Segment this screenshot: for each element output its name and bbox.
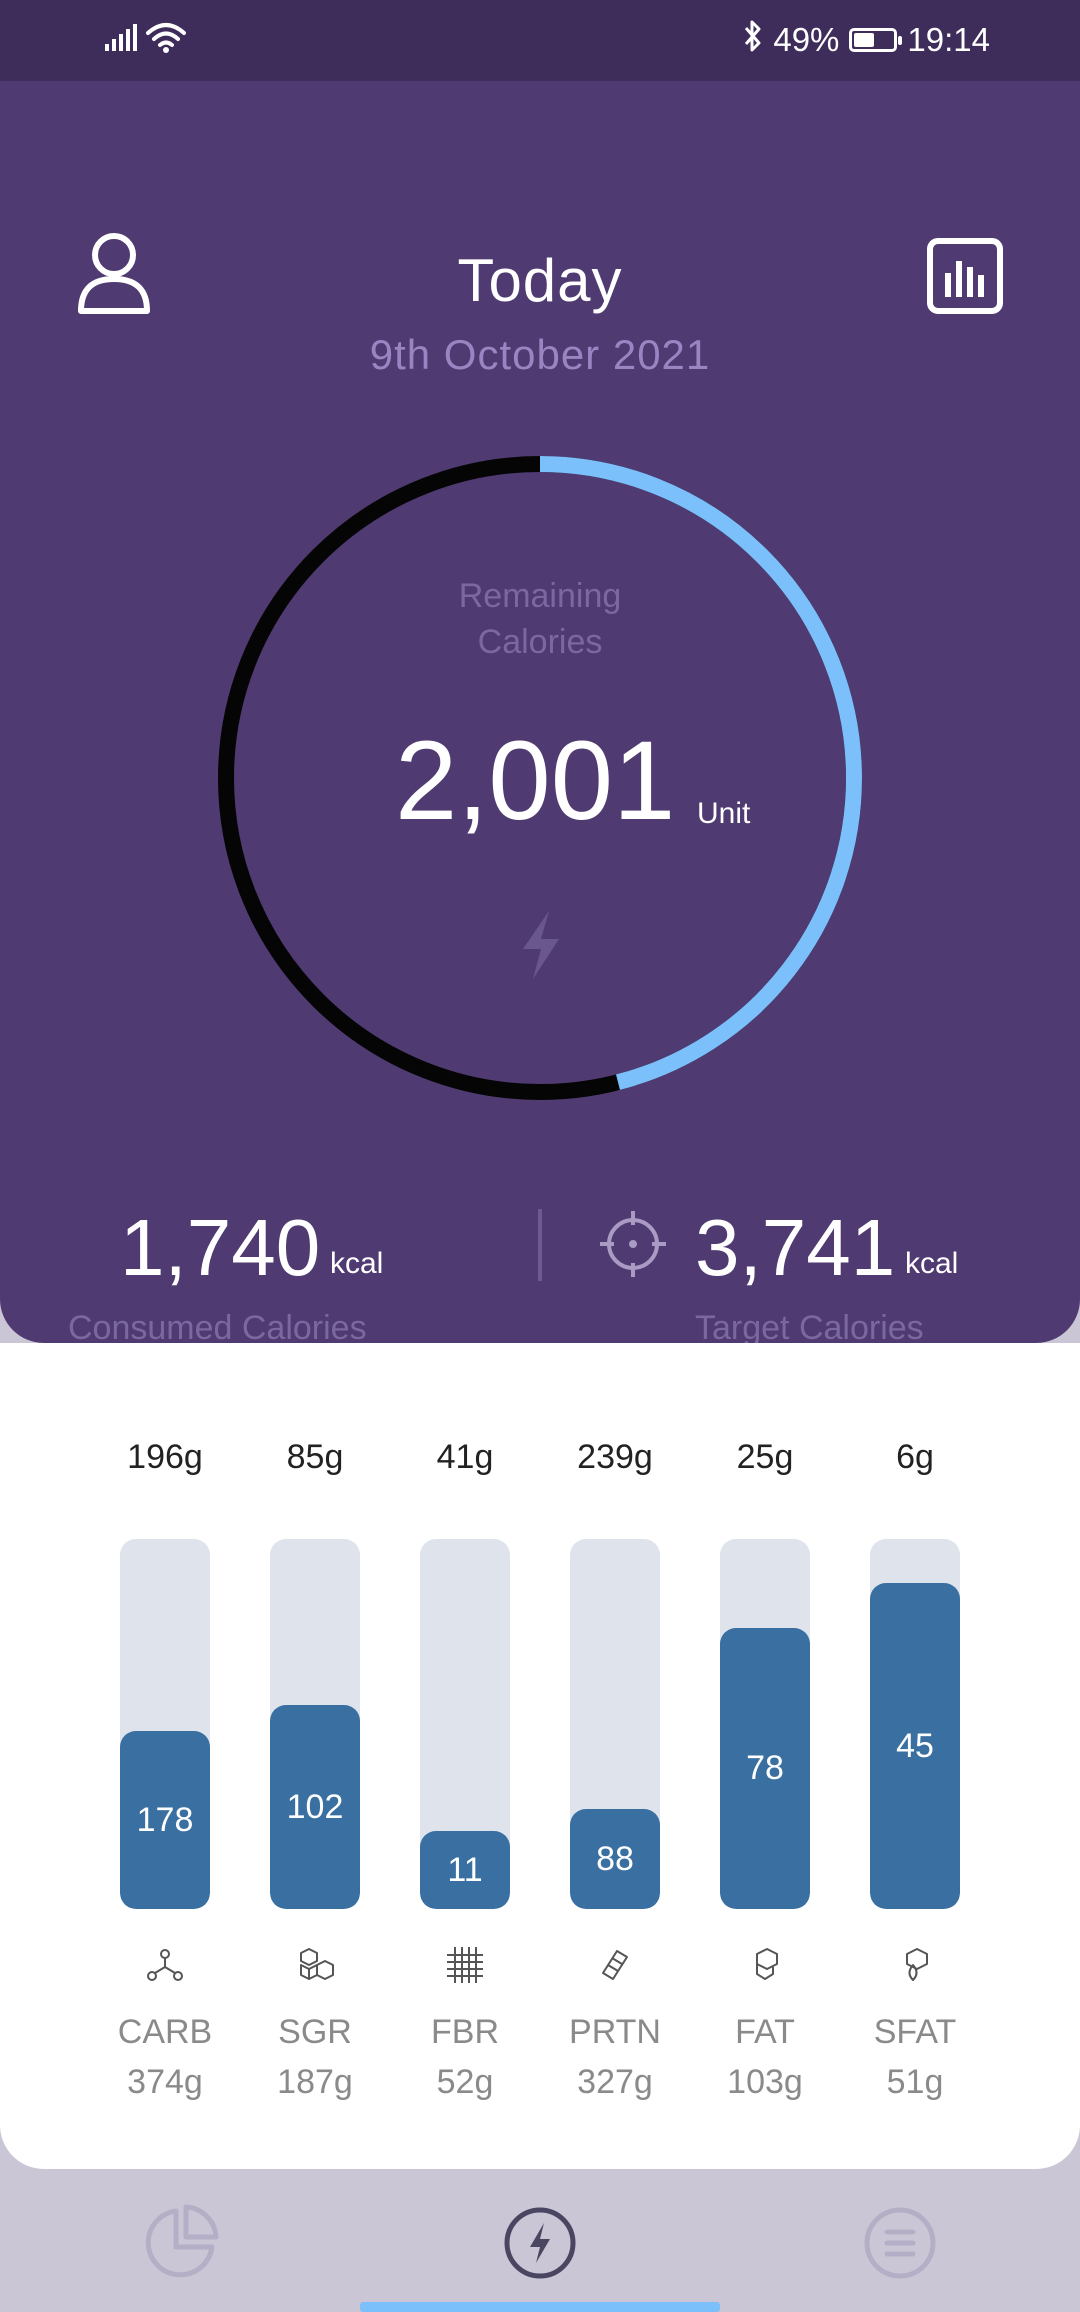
nutrient-panel: 196g 178 CARB 374g 85g 102 SGR 187g 41g … xyxy=(0,1343,1080,2169)
nutrient-total: 327g xyxy=(577,2063,653,2101)
battery-percentage: 49% xyxy=(773,21,840,58)
nutrient-total: 51g xyxy=(886,2063,944,2101)
nutrient-bar-value: 178 xyxy=(136,1800,194,1839)
nutrient-name: SGR xyxy=(278,2013,352,2051)
bottom-navigation xyxy=(0,2169,1080,2312)
target-icon xyxy=(598,1209,668,1279)
nutrient-bar-track: 102 xyxy=(270,1539,360,1909)
nutrient-remaining: 6g xyxy=(896,1438,934,1476)
nutrient-remaining: 239g xyxy=(577,1438,653,1476)
nutrient-bar-value: 11 xyxy=(447,1850,483,1889)
menu-icon xyxy=(860,2207,940,2287)
nav-menu[interactable] xyxy=(860,2203,940,2283)
nutrient-bar-track: 45 xyxy=(870,1539,960,1909)
remaining-label-line1: Remaining xyxy=(458,577,622,615)
calorie-summary-card: Today 9th October 2021 Remaining Calorie… xyxy=(0,81,1080,1347)
nutrient-bar-fill: 11 xyxy=(420,1831,510,1909)
target-calories-unit: kcal xyxy=(905,1247,959,1280)
nutrient-bar-fill: 88 xyxy=(570,1809,660,1909)
remaining-calories-value: 2,001 xyxy=(395,718,676,843)
nutrient-bar-value: 78 xyxy=(746,1749,784,1787)
stats-icon xyxy=(926,238,1004,319)
nutrient-name: FBR xyxy=(431,2013,499,2051)
sugar-cubes-icon xyxy=(295,1945,335,1985)
active-tab-indicator xyxy=(360,2302,720,2312)
nutrient-bar-fill: 78 xyxy=(720,1628,810,1909)
nutrient-total: 52g xyxy=(436,2063,494,2101)
nutrient-bar-value: 102 xyxy=(286,1787,344,1826)
wifi-icon xyxy=(146,22,186,59)
status-bar: 49% 19:14 xyxy=(0,0,1080,81)
summary-divider xyxy=(538,1209,542,1281)
bolt-icon xyxy=(515,909,567,981)
nutrient-total: 103g xyxy=(727,2063,803,2101)
nutrient-total: 374g xyxy=(127,2063,203,2101)
nutrient-name: FAT xyxy=(735,2013,795,2051)
page-title: Today xyxy=(457,247,623,314)
remaining-calories-unit: Unit xyxy=(697,797,751,830)
clock: 19:14 xyxy=(907,21,990,58)
bolt-icon xyxy=(500,2207,580,2287)
status-right: 49% 19:14 xyxy=(743,18,990,62)
nutrient-bar-fill: 45 xyxy=(870,1583,960,1909)
fat-hexagon-icon xyxy=(745,1945,785,1985)
status-left xyxy=(104,18,186,62)
nutrient-bar-track: 78 xyxy=(720,1539,810,1909)
nutrient-remaining: 41g xyxy=(436,1438,494,1476)
nutrient-bar-fill: 102 xyxy=(270,1705,360,1909)
nutrient-total: 187g xyxy=(277,2063,353,2101)
saturated-fat-icon xyxy=(895,1945,935,1985)
nutrient-bar-fill: 178 xyxy=(120,1731,210,1909)
molecule-icon xyxy=(145,1945,185,1985)
nutrient-bar-value: 45 xyxy=(896,1726,934,1765)
bluetooth-icon xyxy=(743,19,763,61)
nutrient-remaining: 85g xyxy=(286,1438,344,1476)
nutrient-name: PRTN xyxy=(569,2013,661,2051)
nav-charts[interactable] xyxy=(140,2203,220,2283)
battery-icon xyxy=(849,28,903,52)
remaining-label-line2: Calories xyxy=(477,623,603,661)
nutrient-name: SFAT xyxy=(873,2013,957,2051)
nutrient-bar-value: 88 xyxy=(596,1839,634,1878)
stats-button[interactable] xyxy=(926,237,1004,315)
nutrient-remaining: 25g xyxy=(736,1438,794,1476)
nav-today[interactable] xyxy=(500,2203,580,2283)
consumed-calories-value: 1,740 xyxy=(120,1203,321,1292)
signal-icon xyxy=(104,23,138,57)
remaining-calories-label: Remaining Calories xyxy=(340,573,740,665)
nutrient-bar-track: 11 xyxy=(420,1539,510,1909)
nutrient-remaining: 196g xyxy=(127,1438,203,1476)
nutrient-bar-track: 88 xyxy=(570,1539,660,1909)
fiber-grid-icon xyxy=(445,1945,485,1985)
consumed-calories-unit: kcal xyxy=(330,1247,384,1280)
protein-icon xyxy=(595,1945,635,1985)
pie-chart-icon xyxy=(140,2204,220,2287)
page-date: 9th October 2021 xyxy=(369,331,711,378)
nutrient-name: CARB xyxy=(117,2013,213,2051)
nutrient-bar-track: 178 xyxy=(120,1539,210,1909)
target-calories-value: 3,741 xyxy=(695,1203,896,1292)
